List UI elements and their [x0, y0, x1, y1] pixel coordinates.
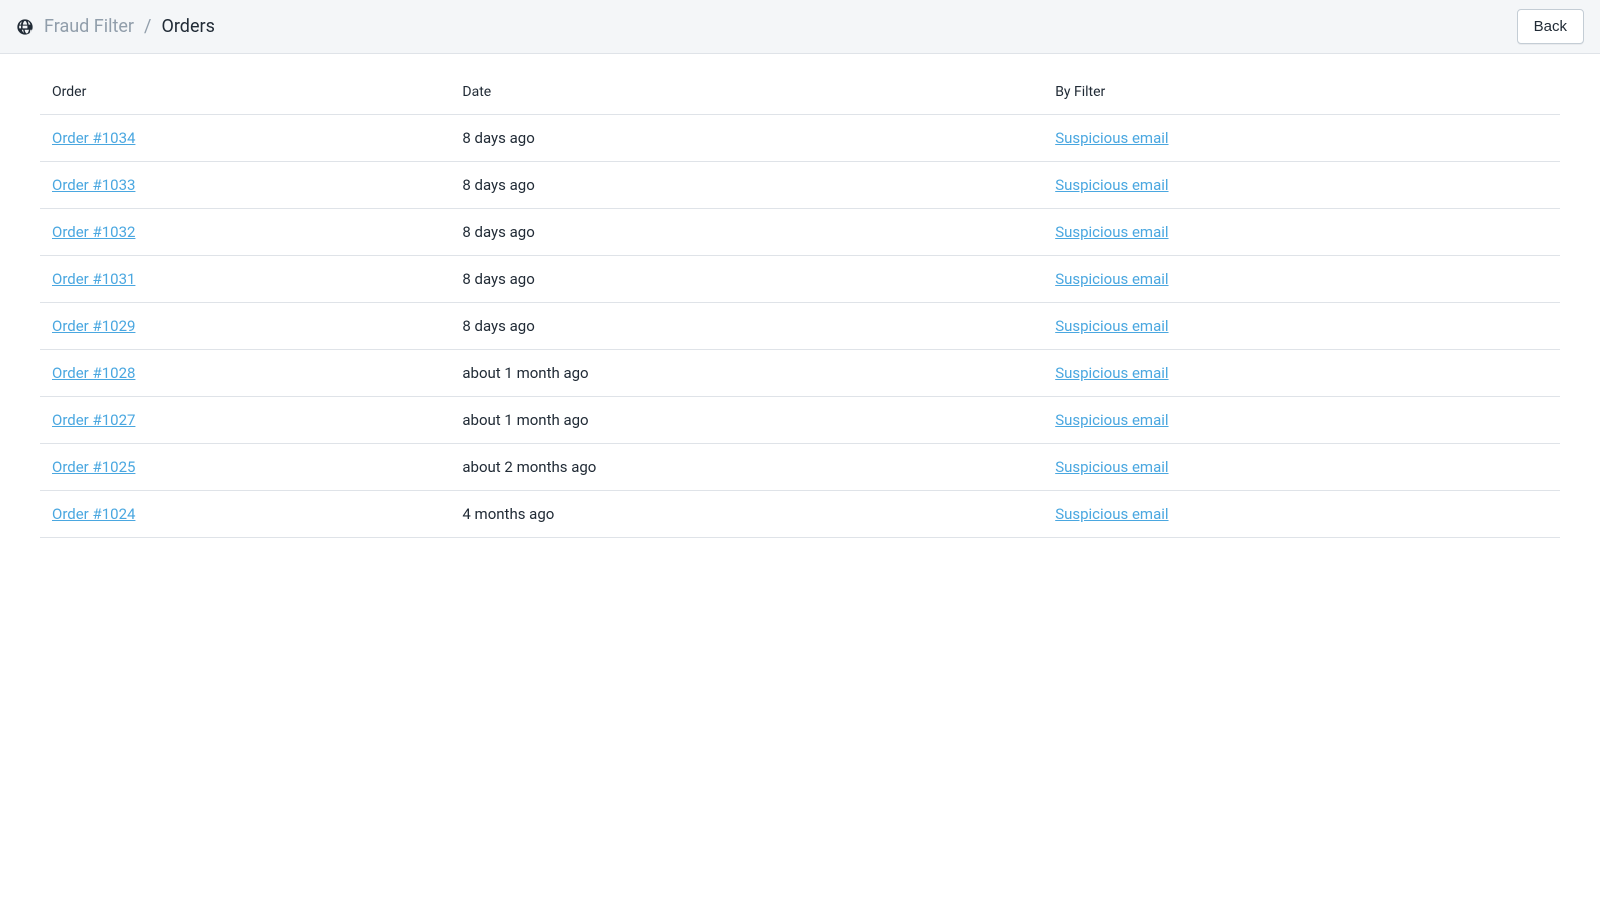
back-button[interactable]: Back: [1517, 9, 1584, 44]
filter-link[interactable]: Suspicious email: [1055, 129, 1168, 147]
cell-order: Order #1025: [40, 444, 450, 491]
breadcrumb-root[interactable]: Fraud Filter: [44, 16, 134, 37]
cell-order: Order #1024: [40, 491, 450, 538]
cell-date: 8 days ago: [450, 115, 1043, 162]
filter-link[interactable]: Suspicious email: [1055, 364, 1168, 382]
order-link[interactable]: Order #1031: [52, 270, 135, 288]
order-link[interactable]: Order #1033: [52, 176, 135, 194]
column-header-order: Order: [40, 70, 450, 115]
order-link[interactable]: Order #1024: [52, 505, 135, 523]
content: Order Date By Filter Order #1034 8 days a…: [0, 54, 1600, 554]
order-link[interactable]: Order #1027: [52, 411, 135, 429]
column-header-filter: By Filter: [1043, 70, 1560, 115]
cell-filter: Suspicious email: [1043, 115, 1560, 162]
cell-filter: Suspicious email: [1043, 350, 1560, 397]
cell-date: about 1 month ago: [450, 397, 1043, 444]
table-row: Order #1024 4 months ago Suspicious email: [40, 491, 1560, 538]
order-link[interactable]: Order #1025: [52, 458, 135, 476]
table-row: Order #1031 8 days ago Suspicious email: [40, 256, 1560, 303]
breadcrumb-separator: /: [144, 16, 151, 37]
cell-filter: Suspicious email: [1043, 491, 1560, 538]
cell-filter: Suspicious email: [1043, 444, 1560, 491]
cell-order: Order #1029: [40, 303, 450, 350]
cell-date: 8 days ago: [450, 303, 1043, 350]
table-row: Order #1025 about 2 months ago Suspicious …: [40, 444, 1560, 491]
table-header-row: Order Date By Filter: [40, 70, 1560, 115]
cell-date: 8 days ago: [450, 256, 1043, 303]
cell-order: Order #1034: [40, 115, 450, 162]
order-link[interactable]: Order #1028: [52, 364, 135, 382]
cell-order: Order #1032: [40, 209, 450, 256]
table-row: Order #1028 about 1 month ago Suspicious e…: [40, 350, 1560, 397]
filter-link[interactable]: Suspicious email: [1055, 317, 1168, 335]
filter-link[interactable]: Suspicious email: [1055, 223, 1168, 241]
order-link[interactable]: Order #1029: [52, 317, 135, 335]
cell-date: about 1 month ago: [450, 350, 1043, 397]
orders-table: Order Date By Filter Order #1034 8 days a…: [40, 70, 1560, 538]
breadcrumb-current: Orders: [161, 16, 214, 37]
cell-order: Order #1028: [40, 350, 450, 397]
table-row: Order #1032 8 days ago Suspicious email: [40, 209, 1560, 256]
cell-filter: Suspicious email: [1043, 303, 1560, 350]
app-globe-icon: [16, 18, 34, 36]
table-row: Order #1027 about 1 month ago Suspicious e…: [40, 397, 1560, 444]
order-link[interactable]: Order #1034: [52, 129, 135, 147]
cell-date: 8 days ago: [450, 162, 1043, 209]
table-row: Order #1034 8 days ago Suspicious email: [40, 115, 1560, 162]
topbar: Fraud Filter / Orders Back: [0, 0, 1600, 54]
filter-link[interactable]: Suspicious email: [1055, 270, 1168, 288]
cell-filter: Suspicious email: [1043, 397, 1560, 444]
filter-link[interactable]: Suspicious email: [1055, 505, 1168, 523]
cell-date: 8 days ago: [450, 209, 1043, 256]
cell-filter: Suspicious email: [1043, 256, 1560, 303]
cell-order: Order #1033: [40, 162, 450, 209]
column-header-date: Date: [450, 70, 1043, 115]
table-row: Order #1029 8 days ago Suspicious email: [40, 303, 1560, 350]
cell-order: Order #1027: [40, 397, 450, 444]
breadcrumb: Fraud Filter / Orders: [16, 16, 215, 37]
table-row: Order #1033 8 days ago Suspicious email: [40, 162, 1560, 209]
filter-link[interactable]: Suspicious email: [1055, 458, 1168, 476]
cell-filter: Suspicious email: [1043, 162, 1560, 209]
cell-date: about 2 months ago: [450, 444, 1043, 491]
order-link[interactable]: Order #1032: [52, 223, 135, 241]
cell-date: 4 months ago: [450, 491, 1043, 538]
cell-filter: Suspicious email: [1043, 209, 1560, 256]
filter-link[interactable]: Suspicious email: [1055, 411, 1168, 429]
filter-link[interactable]: Suspicious email: [1055, 176, 1168, 194]
cell-order: Order #1031: [40, 256, 450, 303]
